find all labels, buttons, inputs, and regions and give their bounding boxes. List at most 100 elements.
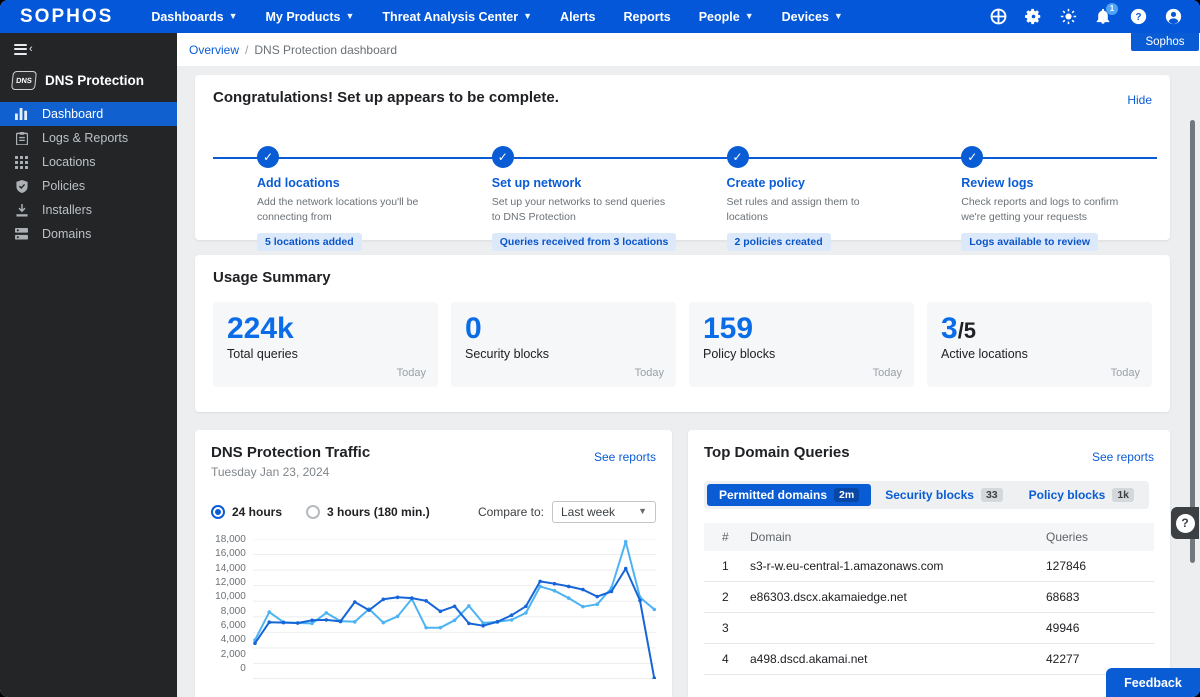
domains-title: Top Domain Queries xyxy=(704,444,850,461)
breadcrumb-separator: / xyxy=(245,42,249,57)
dashboard-icon xyxy=(14,108,29,120)
compare-to-label: Compare to: xyxy=(477,505,544,519)
traffic-chart: 18,000 16,000 14,000 12,000 10,000 8,000 6,000… xyxy=(211,534,656,679)
traffic-title: DNS Protection Traffic xyxy=(211,444,371,461)
breadcrumb: Overview / DNS Protection dashboard xyxy=(177,33,1200,66)
chart-y-axis-labels: 18,000 16,000 14,000 12,000 10,000 8,000 6,000… xyxy=(215,534,246,674)
setup-complete-banner: Congratulations! Set up appears to be co… xyxy=(195,75,1170,252)
account-icon[interactable] xyxy=(1164,8,1182,26)
sidebar: ‹ DNS DNS Protection Dashboard Logs & Re… xyxy=(0,33,177,697)
chevron-down-icon: ▼ xyxy=(744,10,754,21)
breadcrumb-overview-link[interactable]: Overview xyxy=(189,43,239,57)
chevron-down-icon: ▼ xyxy=(228,10,238,21)
table-header-row: # Domain Queries xyxy=(704,523,1154,551)
nav-devices[interactable]: Devices ▼ xyxy=(768,0,857,33)
feedback-button[interactable]: Feedback xyxy=(1106,668,1200,697)
download-icon xyxy=(14,203,29,217)
usage-summary-panel: Usage Summary 224k Total queries Today 0… xyxy=(195,255,1170,412)
grid-icon xyxy=(14,155,29,169)
status-badge[interactable]: 5 locations added xyxy=(257,233,362,252)
help-icon[interactable]: ? xyxy=(1129,8,1147,26)
nav-reports[interactable]: Reports xyxy=(609,0,684,33)
status-badge[interactable]: Queries received from 3 locations xyxy=(491,233,677,252)
step-add-locations: ✓ Add locations Add the network location… xyxy=(213,144,448,252)
app-window: SOPHOS Dashboards ▼ My Products ▼ Threat A… xyxy=(0,0,1200,697)
sidebar-item-locations[interactable]: Locations xyxy=(0,150,177,174)
chevron-down-icon: ▼ xyxy=(638,506,647,516)
banner-title: Congratulations! Set up appears to be co… xyxy=(213,89,559,106)
product-name: DNS Protection xyxy=(45,73,145,88)
chevron-down-icon: ▼ xyxy=(523,10,533,21)
sidebar-item-policies[interactable]: Policies xyxy=(0,174,177,198)
theme-sun-icon[interactable] xyxy=(1059,8,1077,26)
settings-gear-icon[interactable] xyxy=(1024,8,1042,26)
stat-active-locations: 3/5 Active locations Today xyxy=(927,302,1152,387)
check-circle-icon: ✓ xyxy=(491,146,514,168)
chevron-down-icon: ▼ xyxy=(833,10,843,21)
domains-tabs: Permitted domains 2m Security blocks 33 Po… xyxy=(704,481,1150,509)
check-circle-icon: ✓ xyxy=(257,146,279,168)
chart-plot-area xyxy=(252,539,656,679)
table-row[interactable]: 4 a498.dscd.akamai.net 42277 xyxy=(704,644,1154,675)
top-navbar: SOPHOS Dashboards ▼ My Products ▼ Threat A… xyxy=(0,0,1200,33)
nav-my-products[interactable]: My Products ▼ xyxy=(251,0,368,33)
count-badge: 33 xyxy=(980,488,1003,502)
nav-threat-analysis-center[interactable]: Threat Analysis Center ▼ xyxy=(368,0,546,33)
count-badge: 2m xyxy=(834,488,860,502)
radio-selected-icon xyxy=(211,505,225,519)
question-icon: ? xyxy=(1175,513,1195,533)
stat-security-blocks: 0 Security blocks Today xyxy=(451,302,676,387)
domain-queries-table: # Domain Queries 1 s3-r-w.eu-central-1.a… xyxy=(704,523,1154,675)
radio-24-hours[interactable]: 24 hours xyxy=(211,505,282,519)
sidebar-item-domains[interactable]: Domains xyxy=(0,222,177,246)
floating-help-button[interactable]: ? xyxy=(1171,507,1199,539)
check-circle-icon: ✓ xyxy=(726,146,749,168)
traffic-see-reports-link[interactable]: See reports xyxy=(594,450,656,464)
compare-to-select[interactable]: Last week ▼ xyxy=(552,501,656,523)
services-globe-icon[interactable] xyxy=(989,8,1007,26)
step-set-up-network: ✓ Set up network Set up your networks to… xyxy=(448,144,683,252)
shield-check-icon xyxy=(14,179,29,193)
stat-policy-blocks: 159 Policy blocks Today xyxy=(689,302,914,387)
sidebar-item-dashboard[interactable]: Dashboard xyxy=(0,102,177,126)
dns-traffic-panel: DNS Protection Traffic Tuesday Jan 23, 2… xyxy=(195,430,672,697)
domains-see-reports-link[interactable]: See reports xyxy=(1092,450,1154,464)
dns-product-icon: DNS xyxy=(11,71,37,90)
check-circle-icon: ✓ xyxy=(961,146,984,168)
radio-unselected-icon xyxy=(306,505,321,519)
table-row[interactable]: 2 e86303.dscx.akamaiedge.net 68683 xyxy=(704,582,1154,613)
sidebar-item-installers[interactable]: Installers xyxy=(0,198,177,222)
nav-dashboards[interactable]: Dashboards ▼ xyxy=(137,0,251,33)
top-domain-queries-panel: Top Domain Queries See reports Permitted… xyxy=(688,430,1170,697)
sophos-logo[interactable]: SOPHOS xyxy=(20,6,113,28)
count-badge: 1k xyxy=(1112,488,1135,502)
tab-policy-blocks[interactable]: Policy blocks 1k xyxy=(1017,484,1146,506)
main-content: Congratulations! Set up appears to be co… xyxy=(177,66,1200,697)
clipboard-icon xyxy=(14,131,29,145)
hide-banner-link[interactable]: Hide xyxy=(1127,93,1152,107)
breadcrumb-current: DNS Protection dashboard xyxy=(254,42,398,57)
tab-security-blocks[interactable]: Security blocks 33 xyxy=(873,484,1014,506)
scrollbar-thumb[interactable] xyxy=(1190,120,1195,563)
tab-permitted-domains[interactable]: Permitted domains 2m xyxy=(707,484,872,506)
step-review-logs: ✓ Review logs Check reports and logs to … xyxy=(917,144,1152,252)
table-row[interactable]: 1 s3-r-w.eu-central-1.amazonaws.com 1278… xyxy=(704,551,1154,582)
usage-summary-title: Usage Summary xyxy=(213,269,331,286)
step-create-policy: ✓ Create policy Set rules and assign the… xyxy=(683,144,918,252)
notifications-bell-icon[interactable]: 1 xyxy=(1094,2,1118,26)
table-row[interactable]: 3 49946 xyxy=(704,613,1154,644)
sidebar-item-logs-reports[interactable]: Logs & Reports xyxy=(0,126,177,150)
product-header: DNS DNS Protection xyxy=(0,63,177,102)
radio-3-hours[interactable]: 3 hours (180 min.) xyxy=(306,505,430,519)
status-badge[interactable]: 2 policies created xyxy=(726,233,831,252)
stat-total-queries: 224k Total queries Today xyxy=(213,302,438,387)
nav-alerts[interactable]: Alerts xyxy=(546,0,609,33)
sidebar-collapse-icon[interactable]: ‹ xyxy=(0,33,177,63)
status-badge[interactable]: Logs available to review xyxy=(961,233,1099,252)
traffic-date: Tuesday Jan 23, 2024 xyxy=(211,465,330,479)
nav-people[interactable]: People ▼ xyxy=(685,0,768,33)
notification-count-badge: 1 xyxy=(1106,2,1118,15)
svg-text:?: ? xyxy=(1135,12,1141,23)
server-stack-icon xyxy=(14,228,29,240)
chevron-down-icon: ▼ xyxy=(345,10,355,21)
